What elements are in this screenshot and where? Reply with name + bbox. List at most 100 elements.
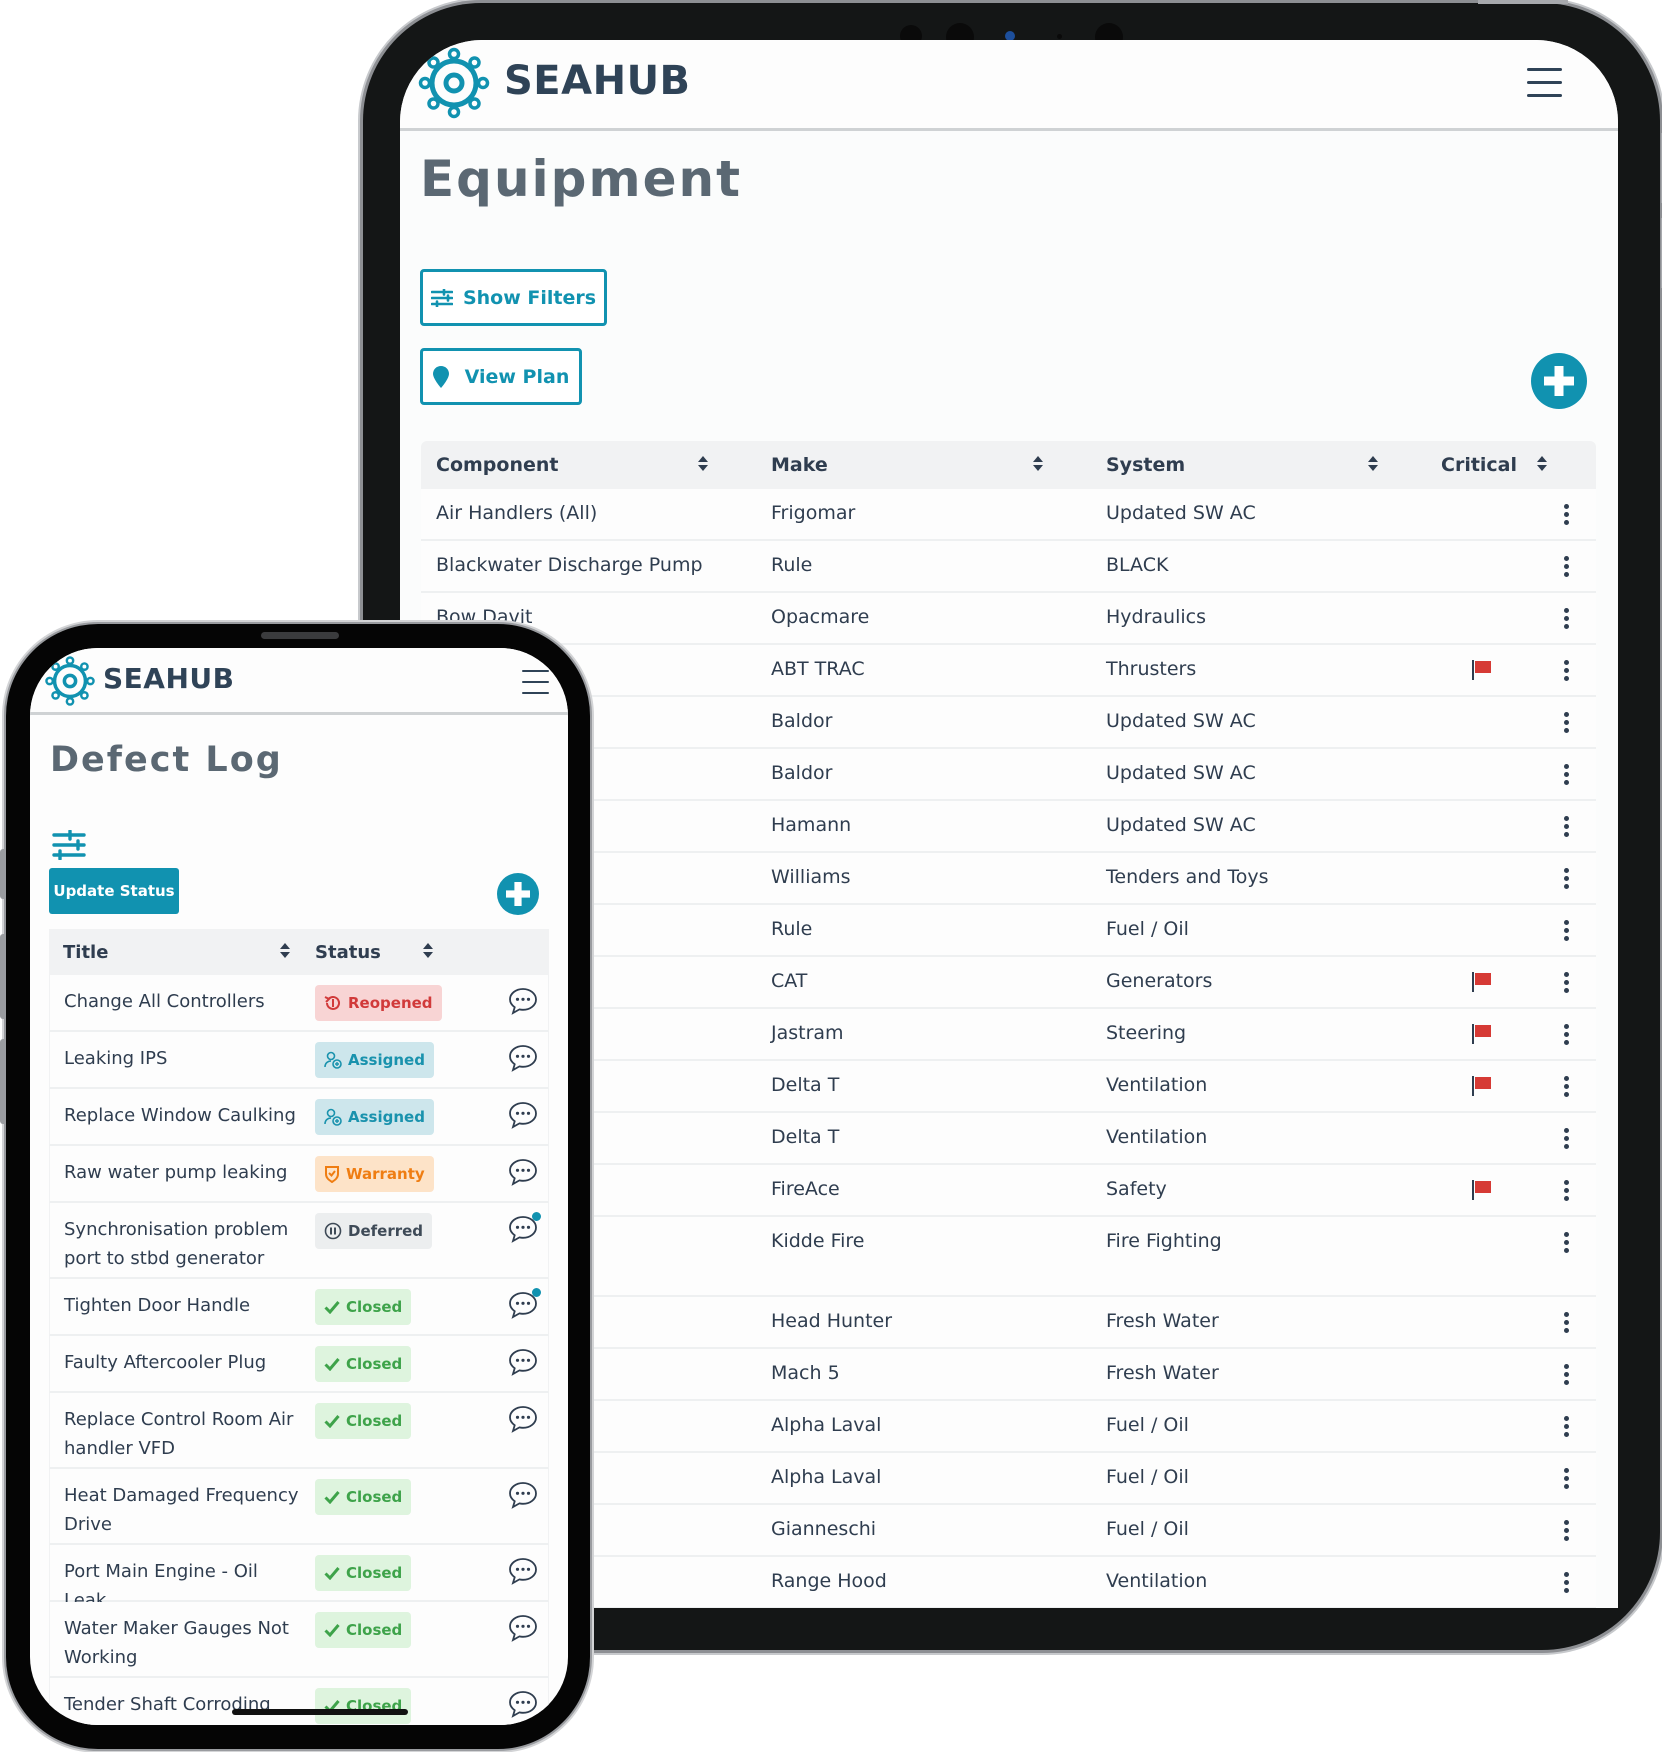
sort-icon[interactable] <box>280 943 290 961</box>
row-actions-icon[interactable] <box>1564 608 1570 630</box>
comments-icon[interactable] <box>508 1557 538 1585</box>
add-defect-button[interactable] <box>497 873 539 915</box>
table-row[interactable]: sFireAceSafety <box>421 1165 1596 1217</box>
defect-title[interactable]: Heat Damaged Frequency Drive <box>64 1481 304 1539</box>
row-actions-icon[interactable] <box>1564 1180 1570 1202</box>
column-header-make[interactable]: Make <box>771 454 828 476</box>
row-actions-icon[interactable] <box>1564 504 1570 526</box>
comments-icon[interactable] <box>508 1348 538 1376</box>
table-row[interactable]: Williams Tenders and Toys <box>421 853 1596 905</box>
table-row[interactable]: Tender Shaft Corroding Closed <box>49 1678 549 1725</box>
table-row[interactable]: Replace Control Room Air handler VFD Clos… <box>49 1393 549 1469</box>
defect-title[interactable]: Replace Window Caulking <box>64 1101 304 1130</box>
table-row[interactable]: Water Maker Gauges Not Working Closed <box>49 1602 549 1678</box>
table-row[interactable]: Heat Damaged Frequency Drive Closed <box>49 1469 549 1545</box>
defect-title[interactable]: Raw water pump leaking <box>64 1158 304 1187</box>
row-actions-icon[interactable] <box>1564 920 1570 942</box>
sort-icon[interactable] <box>1537 456 1547 474</box>
row-actions-icon[interactable] <box>1564 1128 1570 1150</box>
column-header-status[interactable]: Status <box>315 942 381 963</box>
comments-icon[interactable] <box>508 1614 538 1642</box>
ship-wheel-icon[interactable] <box>417 46 491 120</box>
row-actions-icon[interactable] <box>1564 1076 1570 1098</box>
row-actions-icon[interactable] <box>1564 556 1570 578</box>
defect-title[interactable]: Water Maker Gauges Not Working <box>64 1614 304 1672</box>
status-badge[interactable]: Reopened <box>315 985 442 1021</box>
table-row[interactable]: Port Main Engine - Oil Leak Closed <box>49 1545 549 1611</box>
table-row[interactable]: raction FanDelta TVentilation <box>421 1061 1596 1113</box>
column-header-component[interactable]: Component <box>436 454 558 476</box>
defect-title[interactable]: Change All Controllers <box>64 987 304 1016</box>
row-actions-icon[interactable] <box>1564 712 1570 734</box>
comments-icon[interactable] <box>508 1288 541 1319</box>
status-badge[interactable]: Closed <box>315 1479 412 1515</box>
row-actions-icon[interactable] <box>1564 816 1570 838</box>
status-badge[interactable]: Assigned <box>315 1042 434 1078</box>
row-actions-icon[interactable] <box>1564 1468 1570 1490</box>
table-row[interactable]: p #2Mach 5Fresh Water <box>421 1349 1596 1401</box>
add-equipment-button[interactable] <box>1531 353 1587 409</box>
table-row[interactable]: Blackwater Discharge Pump Rule BLACK <box>421 541 1596 593</box>
table-row[interactable]: ABT TRAC Thrusters <box>421 645 1596 697</box>
comments-icon[interactable] <box>508 1405 538 1433</box>
show-filters-button[interactable]: Show Filters <box>420 269 607 326</box>
table-row[interactable]: Raw water pump leaking Warranty <box>49 1146 549 1203</box>
comments-icon[interactable] <box>508 1101 538 1129</box>
status-badge[interactable]: Closed <box>315 1289 412 1325</box>
comments-icon[interactable] <box>508 987 538 1015</box>
table-row[interactable]: Tighten Door Handle Closed <box>49 1279 549 1336</box>
defect-title[interactable]: Synchronisation problem port to stbd gen… <box>64 1215 304 1273</box>
view-plan-button[interactable]: View Plan <box>420 348 582 405</box>
status-badge[interactable]: Closed <box>315 1346 412 1382</box>
sort-icon[interactable] <box>423 943 433 961</box>
defect-title[interactable]: Leaking IPS <box>64 1044 304 1073</box>
sliders-icon[interactable] <box>52 829 86 861</box>
table-row[interactable]: Replace Window Caulking Assigned <box>49 1089 549 1146</box>
table-row[interactable]: mp 1BaldorUpdated SW AC <box>421 697 1596 749</box>
row-actions-icon[interactable] <box>1564 1520 1570 1542</box>
table-row[interactable]: ratorCATGenerators <box>421 957 1596 1009</box>
comments-icon[interactable] <box>508 1481 538 1509</box>
table-row[interactable]: Leaking IPS Assigned <box>49 1032 549 1089</box>
sort-icon[interactable] <box>1368 456 1378 474</box>
row-actions-icon[interactable] <box>1564 660 1570 682</box>
hamburger-icon[interactable] <box>1527 68 1562 97</box>
table-row[interactable]: hRange HoodVentilation <box>421 1557 1596 1608</box>
table-row[interactable]: Hamann Updated SW AC <box>421 801 1596 853</box>
table-row[interactable]: Air Handlers (All) Frigomar Updated SW AC <box>421 489 1596 541</box>
table-row[interactable]: Faulty Aftercooler Plug Closed <box>49 1336 549 1393</box>
sort-icon[interactable] <box>698 456 708 474</box>
table-row[interactable]: Alpha Laval Fuel / Oil <box>421 1453 1596 1505</box>
row-actions-icon[interactable] <box>1564 1416 1570 1438</box>
table-row[interactable]: PumpRuleFuel / Oil <box>421 905 1596 957</box>
column-header-critical[interactable]: Critical <box>1441 454 1517 476</box>
ship-wheel-icon[interactable] <box>44 655 96 707</box>
table-row[interactable]: Alpha Laval Fuel / Oil <box>421 1401 1596 1453</box>
status-badge[interactable]: Closed <box>315 1555 412 1591</box>
row-actions-icon[interactable] <box>1564 1364 1570 1386</box>
table-row[interactable]: pply FanDelta TVentilation <box>421 1113 1596 1165</box>
update-status-button[interactable]: Update Status <box>49 868 179 914</box>
status-badge[interactable]: Closed <box>315 1403 412 1439</box>
defect-title[interactable]: Faulty Aftercooler Plug <box>64 1348 304 1377</box>
status-badge[interactable]: Closed <box>315 1688 412 1724</box>
row-actions-icon[interactable] <box>1564 1024 1570 1046</box>
comments-icon[interactable] <box>508 1158 538 1186</box>
comments-icon[interactable] <box>508 1212 541 1243</box>
comments-icon[interactable] <box>508 1690 538 1718</box>
defect-title[interactable]: Replace Control Room Air handler VFD <box>64 1405 304 1463</box>
column-header-system[interactable]: System <box>1106 454 1185 476</box>
defect-title[interactable]: Tighten Door Handle <box>64 1291 304 1320</box>
table-row[interactable]: Change All Controllers Reopened <box>49 975 549 1032</box>
hamburger-icon[interactable] <box>522 670 549 694</box>
row-actions-icon[interactable] <box>1564 764 1570 786</box>
table-row[interactable]: Synchronisation problem port to stbd gen… <box>49 1203 549 1279</box>
row-actions-icon[interactable] <box>1564 868 1570 890</box>
comments-icon[interactable] <box>508 1044 538 1072</box>
table-row[interactable]: System FM-Kidde FireFire Fighting <box>421 1217 1596 1297</box>
sort-icon[interactable] <box>1033 456 1043 474</box>
status-badge[interactable]: Closed <box>315 1612 412 1648</box>
table-row[interactable]: mpGianneschiFuel / Oil <box>421 1505 1596 1557</box>
row-actions-icon[interactable] <box>1564 1312 1570 1334</box>
status-badge[interactable]: Deferred <box>315 1213 433 1249</box>
